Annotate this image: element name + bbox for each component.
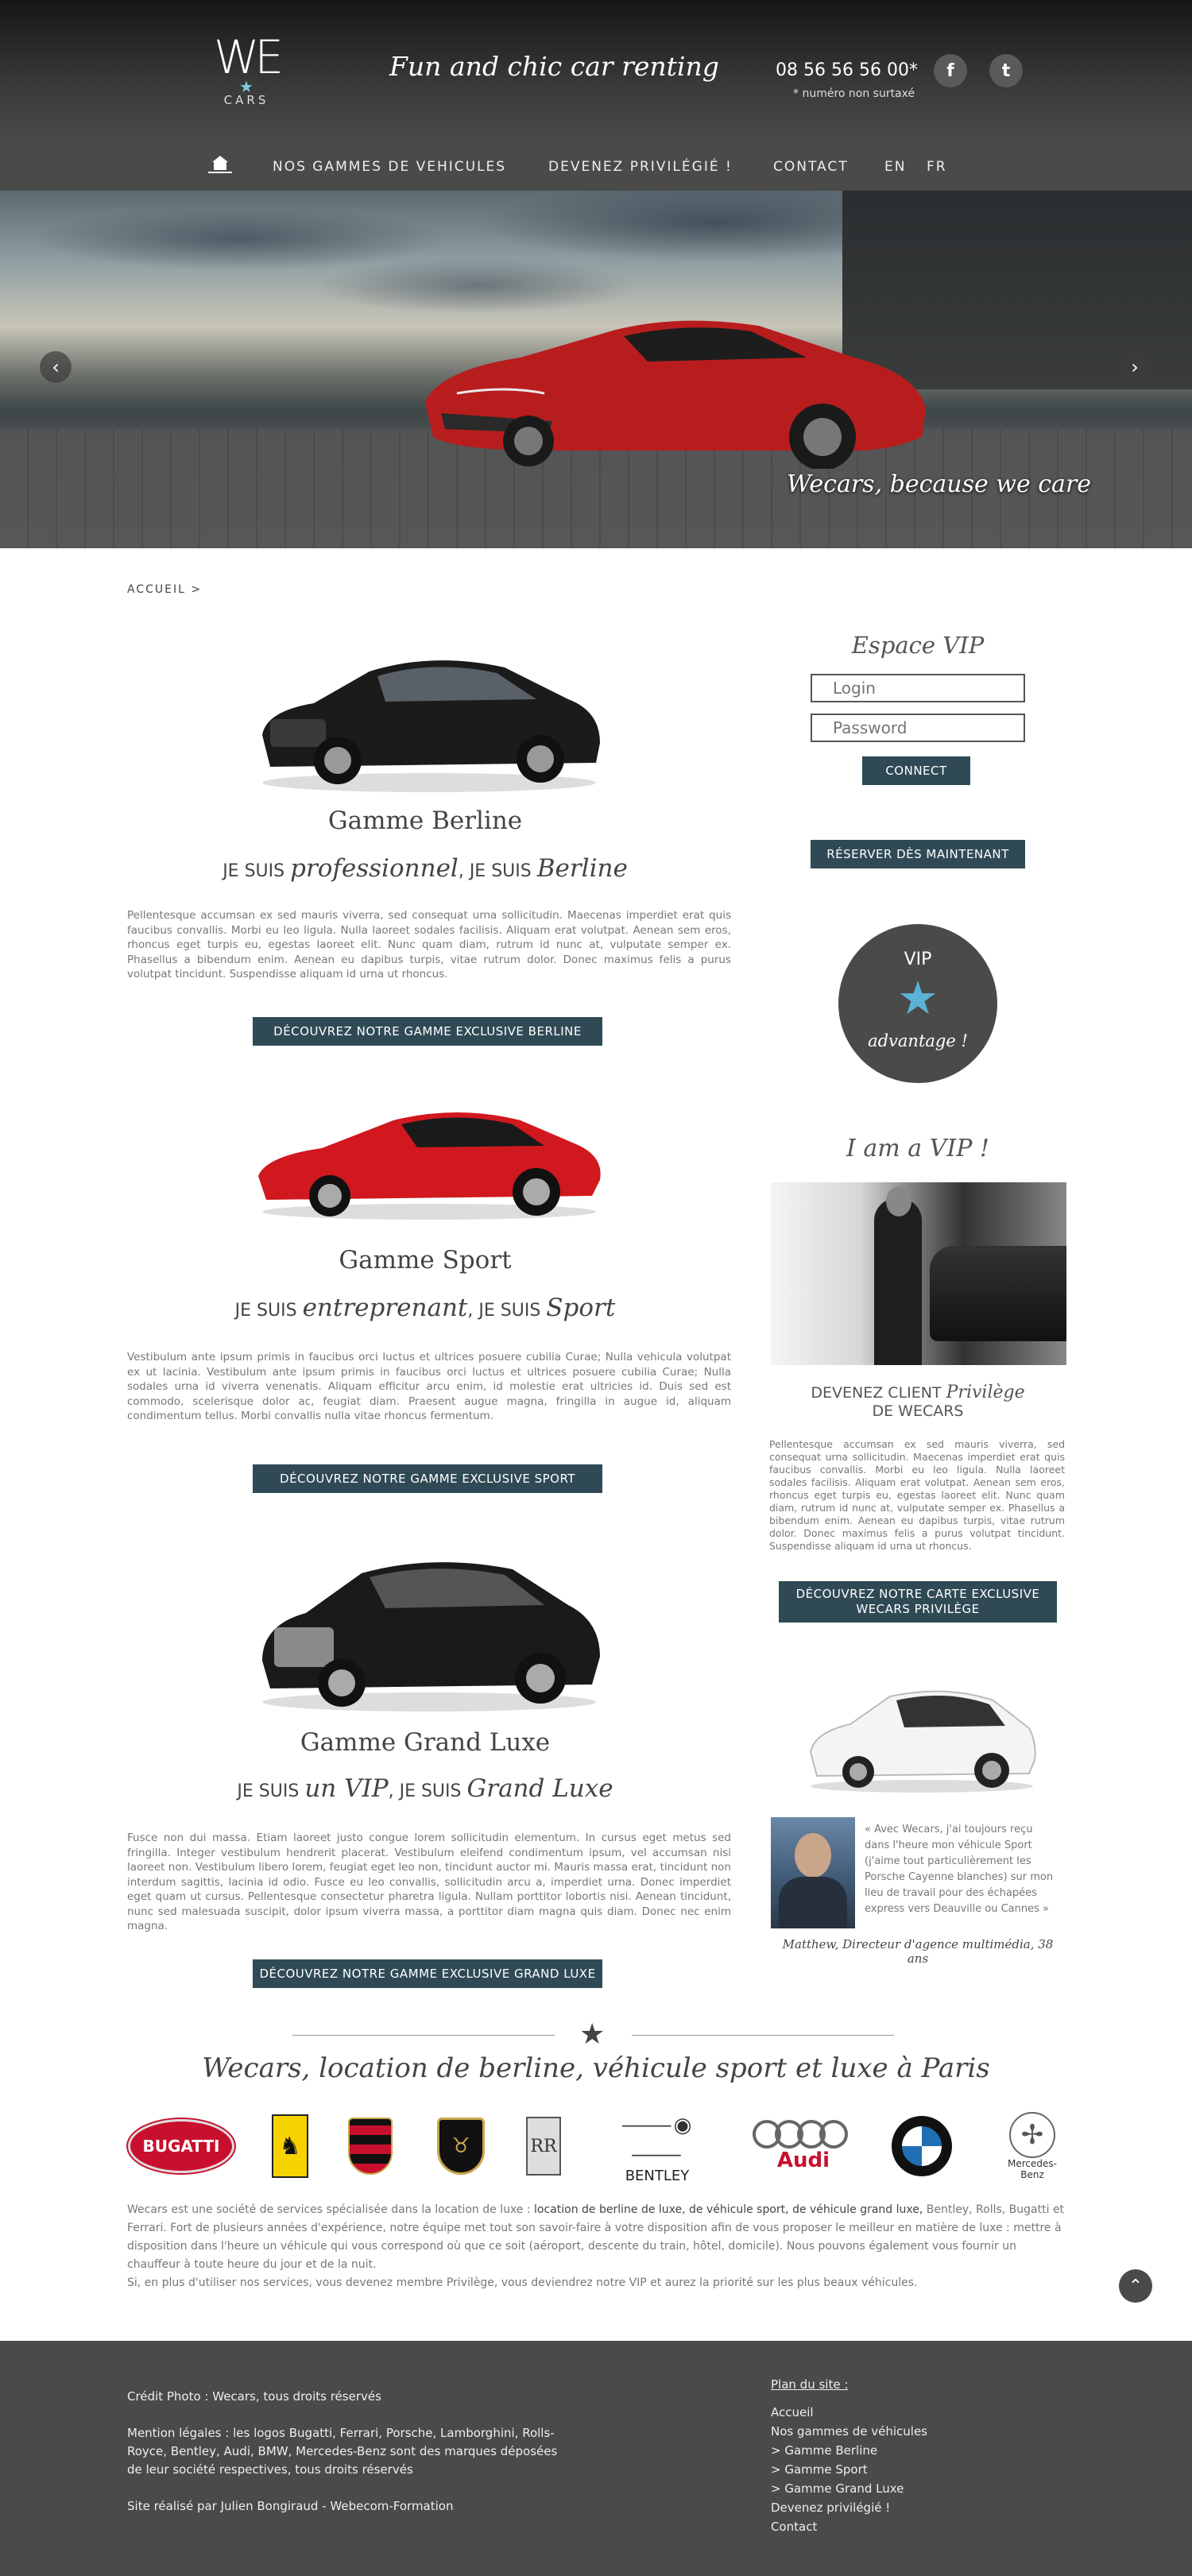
star-icon: ★ xyxy=(897,971,939,1025)
bugatti-logo[interactable]: BUGATTI xyxy=(126,2110,237,2182)
logo[interactable]: WE ★ CARS xyxy=(203,30,290,108)
seo-text: Wecars est une société de services spéci… xyxy=(127,2203,1065,2289)
range-subtitle-berline: JE SUIS professionnel, JE SUIS Berline xyxy=(223,854,628,883)
sitemap-link-sport[interactable]: > Gamme Sport xyxy=(771,2461,868,2479)
nav-item-lang-fr[interactable]: FR xyxy=(927,159,947,175)
twitter-icon[interactable]: t xyxy=(989,54,1023,87)
sport-car-image xyxy=(258,1112,601,1220)
connect-button[interactable]: CONNECT xyxy=(862,756,970,785)
range-subtitle-sport: JE SUIS entreprenant, JE SUIS Sport xyxy=(234,1294,616,1322)
separator-star-icon: ★ xyxy=(579,2018,606,2051)
berline-range-button[interactable]: DÉCOUVREZ NOTRE GAMME EXCLUSIVE BERLINE xyxy=(253,1017,602,1046)
logo-sub: CARS xyxy=(223,93,269,107)
bmw-logo[interactable] xyxy=(890,2110,954,2182)
mercedes-benz-logo[interactable]: ✢ Mercedes-Benz xyxy=(997,2110,1068,2182)
testimonial-avatar xyxy=(771,1817,855,1928)
slider-next-arrow[interactable]: › xyxy=(1119,351,1151,383)
cayenne-car-image xyxy=(809,1690,1036,1793)
nav-item-ranges[interactable]: NOS GAMMES DE VEHICULES xyxy=(273,159,506,175)
grand-luxe-car-image xyxy=(262,1562,600,1712)
footer-legal: Mention légales : les logos Bugatti, Fer… xyxy=(127,2426,558,2477)
phone-number: 08 56 56 56 00* xyxy=(776,60,918,80)
separator-left xyxy=(292,2035,555,2036)
range-subtitle-grand-luxe: JE SUIS un VIP, JE SUIS Grand Luxe xyxy=(237,1774,613,1803)
nav-item-contact[interactable]: CONTACT xyxy=(773,159,849,175)
back-to-top-icon[interactable]: ⌃ xyxy=(1119,2269,1152,2303)
reserve-button[interactable]: RÉSERVER DÈS MAINTENANT xyxy=(811,840,1025,868)
sitemap-link-home[interactable]: Accueil xyxy=(771,2404,814,2422)
lamborghini-logo[interactable]: ♉ xyxy=(435,2110,486,2182)
hero-caption: Wecars, because we care xyxy=(787,470,1092,498)
badge-top: VIP xyxy=(904,950,932,969)
range-text-berline: Pellentesque accumsan ex sed mauris vive… xyxy=(127,909,731,981)
range-text-grand-luxe: Fusce non dui massa. Etiam laoreet justo… xyxy=(127,1831,731,1932)
footer-made-by[interactable]: Site réalisé par Julien Bongiraud - Webe… xyxy=(127,2497,453,2516)
phone-note: * numéro non surtaxé xyxy=(793,87,915,100)
sitemap-link-contact[interactable]: Contact xyxy=(771,2518,817,2536)
privilege-card-button[interactable]: DÉCOUVREZ NOTRE CARTE EXCLUSIVE WECARS P… xyxy=(779,1581,1057,1623)
nav-item-privilege[interactable]: DEVENEZ PRIVILÉGIÉ ! xyxy=(548,159,733,175)
audi-logo[interactable]: Audi xyxy=(753,2110,853,2182)
sitemap-link-privilege[interactable]: Devenez privilégié ! xyxy=(771,2499,890,2517)
privilege-text: Pellentesque accumsan ex sed mauris vive… xyxy=(769,1438,1065,1552)
vip-space-title: Espace VIP xyxy=(851,632,985,659)
range-title-grand-luxe: Gamme Grand Luxe xyxy=(300,1728,551,1757)
testimonial-text: « Avec Wecars, j'ai toujours reçu dans l… xyxy=(865,1824,1054,1915)
testimonial-author: Matthew, Directeur d'agence multimédia, … xyxy=(782,1937,1054,1966)
vip-photo xyxy=(771,1182,1066,1365)
logo-word: WE xyxy=(214,30,284,84)
slider-prev-arrow[interactable]: ‹ xyxy=(40,351,72,383)
sitemap-link-ranges[interactable]: Nos gammes de véhicules xyxy=(771,2423,927,2441)
grand-luxe-range-button[interactable]: DÉCOUVREZ NOTRE GAMME EXCLUSIVE GRAND LU… xyxy=(253,1959,602,1988)
berline-car-image xyxy=(262,660,600,792)
range-text-sport: Vestibulum ante ipsum primis in faucibus… xyxy=(127,1351,731,1422)
nav-item-lang-en[interactable]: EN xyxy=(884,159,906,175)
hero-car-image xyxy=(425,320,926,469)
vip-advantage-badge[interactable]: VIP ★ advantage ! xyxy=(838,924,997,1083)
sitemap-link-berline[interactable]: > Gamme Berline xyxy=(771,2442,877,2460)
i-am-vip-title: I am a VIP ! xyxy=(846,1135,989,1162)
ferrari-logo[interactable]: ♞ xyxy=(270,2110,310,2182)
tagline: Fun and chic car renting xyxy=(389,51,719,82)
range-title-sport: Gamme Sport xyxy=(339,1246,512,1274)
password-input[interactable] xyxy=(811,714,1025,742)
home-icon[interactable] xyxy=(208,156,232,173)
sport-range-button[interactable]: DÉCOUVREZ NOTRE GAMME EXCLUSIVE SPORT xyxy=(253,1464,602,1493)
bentley-logo[interactable]: ⸻◉⸻ BENTLEY xyxy=(598,2110,717,2184)
sitemap-title: Plan du site : xyxy=(771,2377,849,2392)
facebook-icon[interactable]: f xyxy=(934,54,967,87)
porsche-logo[interactable] xyxy=(346,2110,394,2182)
badge-bottom: advantage ! xyxy=(868,1031,968,1050)
login-input[interactable] xyxy=(811,674,1025,702)
sitemap-link-grand-luxe[interactable]: > Gamme Grand Luxe xyxy=(771,2480,904,2498)
separator-right xyxy=(632,2035,894,2036)
privilege-client-title: DEVENEZ CLIENT Privilège DE WECARS xyxy=(811,1383,1025,1420)
range-title-berline: Gamme Berline xyxy=(327,806,523,835)
seo-title: Wecars, location de berline, véhicule sp… xyxy=(202,2052,990,2084)
rolls-royce-logo[interactable]: RR xyxy=(524,2110,563,2182)
breadcrumb[interactable]: ACCUEIL > xyxy=(127,583,202,596)
footer-credit: Crédit Photo : Wecars, tous droits réser… xyxy=(127,2389,381,2404)
